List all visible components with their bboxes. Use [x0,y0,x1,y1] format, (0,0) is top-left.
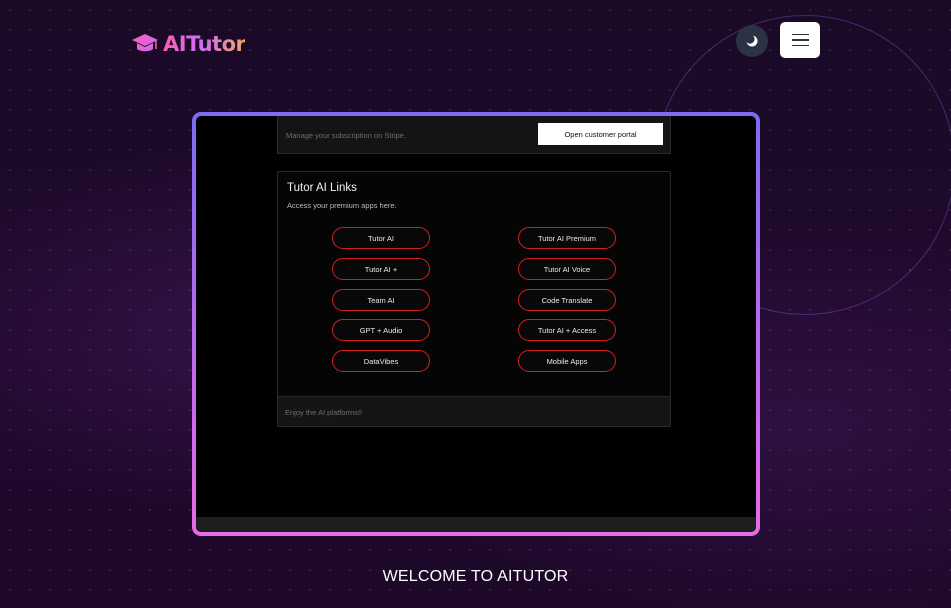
link-gpt-audio[interactable]: GPT + Audio [332,319,430,341]
graduation-cap-icon [132,34,158,52]
card-description: Access your premium apps here. [287,201,397,210]
hamburger-icon-line [791,44,809,47]
menu-button[interactable] [780,22,820,58]
logo-text: AITutor [163,32,246,56]
hamburger-icon-line [791,39,809,41]
link-code-translate[interactable]: Code Translate [518,289,616,311]
hamburger-icon [791,33,809,36]
card-footer: Enjoy the AI platforms!! [278,396,670,426]
subscription-text: Manage your subscription on Stripe. [286,131,407,140]
open-customer-portal-button[interactable]: Open customer portal [538,123,663,145]
link-tutor-ai-plus[interactable]: Tutor AI + [332,258,430,280]
link-tutor-ai-voice[interactable]: Tutor AI Voice [518,258,616,280]
link-tutor-ai[interactable]: Tutor AI [332,227,430,249]
moon-icon [745,34,758,47]
tutor-ai-links-card: Tutor AI Links Access your premium apps … [277,171,671,427]
link-tutor-ai-premium[interactable]: Tutor AI Premium [518,227,616,249]
logo[interactable]: AITutor [131,30,246,58]
welcome-heading: WELCOME TO AITUTOR [382,568,569,585]
preview-bottom-bar [196,517,756,532]
link-datavibes[interactable]: DataVibes [332,350,430,372]
preview-screen: Manage your subscription on Stripe. Open… [196,116,756,532]
card-title: Tutor AI Links [287,182,357,194]
preview-frame: Manage your subscription on Stripe. Open… [192,112,760,536]
subscription-card: Manage your subscription on Stripe. Open… [277,116,671,154]
link-tutor-ai-plus-access[interactable]: Tutor AI + Access [518,319,616,341]
link-team-ai[interactable]: Team AI [332,289,430,311]
theme-toggle-button[interactable] [736,25,768,57]
card-footer-text: Enjoy the AI platforms!! [285,408,363,417]
link-mobile-apps[interactable]: Mobile Apps [518,350,616,372]
